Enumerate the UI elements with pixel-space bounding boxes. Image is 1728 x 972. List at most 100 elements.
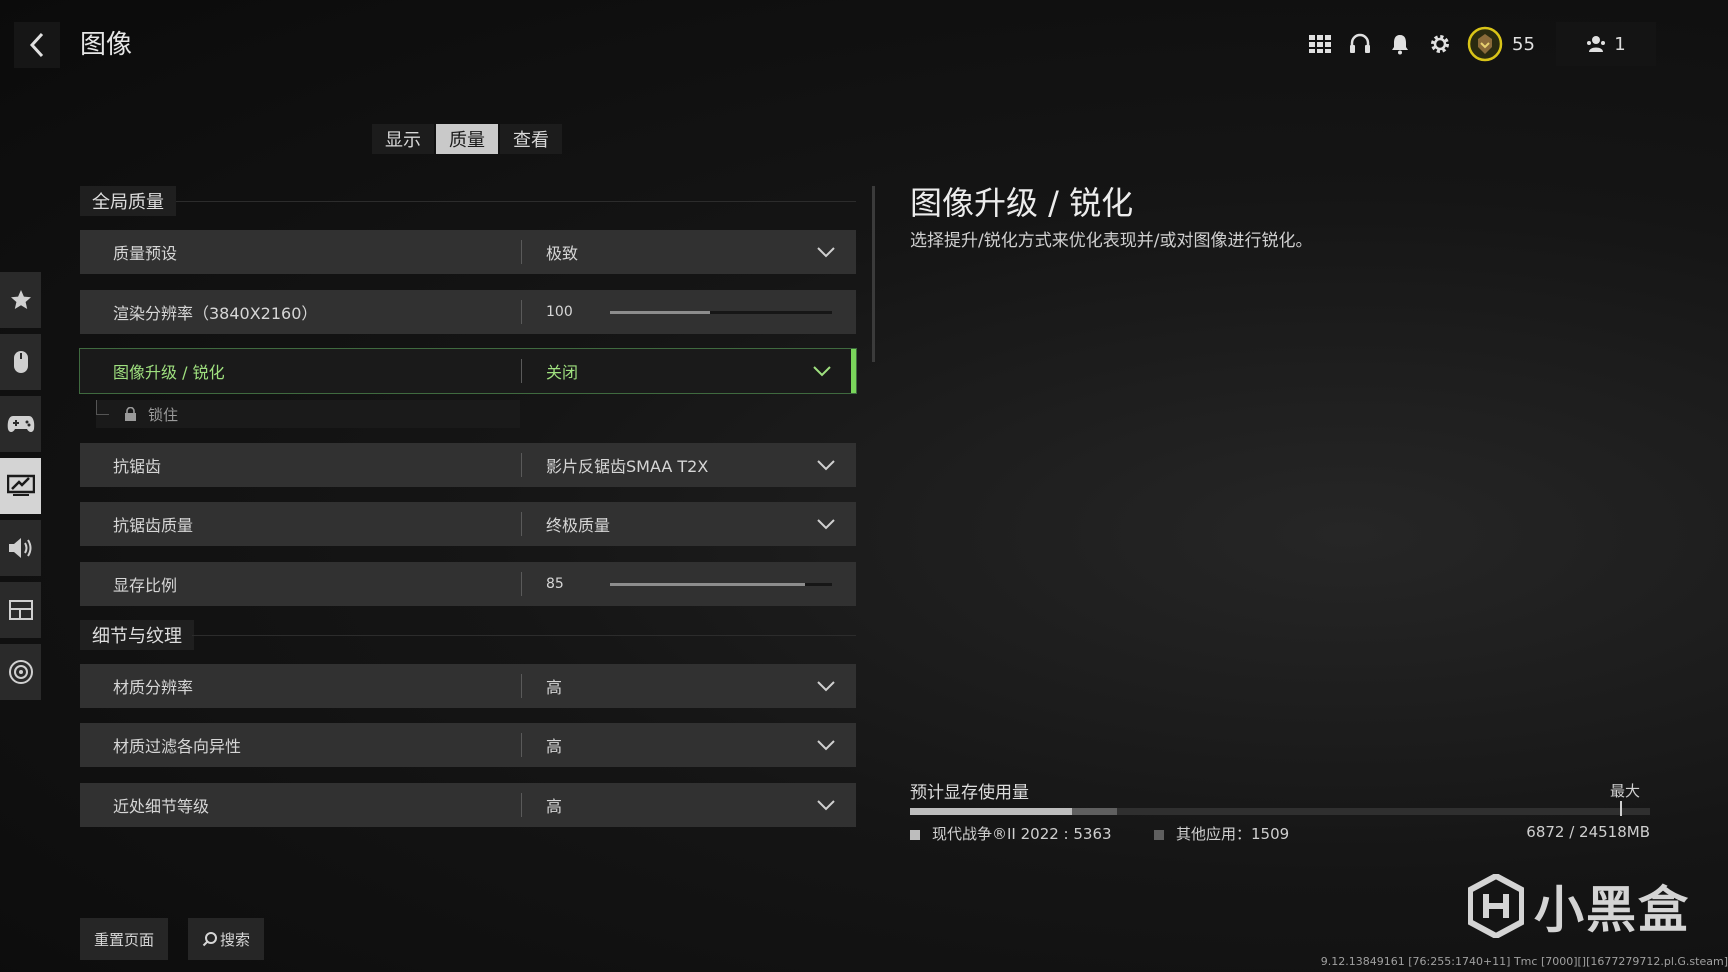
top-icons: 55 — [1300, 24, 1559, 64]
slider-value: 85 — [546, 576, 564, 592]
party-icon — [1587, 36, 1606, 52]
reset-label: 重置页面 — [94, 930, 155, 949]
chevron-down-icon — [817, 519, 835, 530]
selection-accent — [851, 349, 856, 393]
back-button[interactable] — [14, 22, 60, 68]
nav-network[interactable] — [0, 644, 41, 700]
setting-upscaling[interactable]: 图像升级 / 锐化 关闭 — [79, 348, 857, 394]
setting-label: 近处细节等级 — [113, 797, 210, 816]
vram-bar — [910, 801, 1650, 816]
setting-label: 显存比例 — [113, 576, 178, 595]
setting-vram-scale[interactable]: 显存比例 85 — [80, 562, 856, 606]
monitor-icon — [6, 474, 35, 496]
setting-texture-resolution[interactable]: 材质分辨率 高 — [80, 664, 856, 708]
legend-game: 现代战争®II 2022 : 5363 — [910, 823, 1112, 844]
nav-controller[interactable] — [0, 396, 41, 452]
party-button[interactable]: 1 — [1556, 22, 1656, 66]
slider-track[interactable] — [610, 311, 832, 314]
rank-level: 55 — [1512, 33, 1535, 55]
detail-description: 选择提升/锐化方式来优化表现并/或对图像进行锐化。 — [910, 231, 1313, 251]
setting-label: 质量预设 — [113, 244, 178, 263]
legend-other-label: 其他应用：1509 — [1176, 825, 1290, 843]
xiaoheihe-logo-icon — [1468, 874, 1524, 938]
setting-label: 渲染分辨率（3840X2160） — [113, 304, 318, 323]
reset-page-button[interactable]: 重置页面 — [80, 918, 169, 960]
divider — [521, 512, 522, 536]
setting-label: 材质过滤各向异性 — [113, 737, 242, 756]
setting-quality-preset[interactable]: 质量预设 极致 — [80, 230, 856, 274]
locked-label: 锁住 — [148, 405, 179, 424]
gear-icon[interactable] — [1420, 24, 1460, 64]
divider — [521, 453, 522, 477]
headset-icon[interactable] — [1340, 24, 1380, 64]
setting-label: 图像升级 / 锐化 — [113, 363, 225, 382]
grid-menu-icon[interactable] — [1300, 24, 1340, 64]
search-icon — [202, 932, 217, 947]
setting-near-detail[interactable]: 近处细节等级 高 — [80, 783, 856, 827]
tab-display[interactable]: 显示 — [372, 124, 434, 154]
vram-max-label: 最大 — [1609, 782, 1640, 800]
section-title: 全局质量 — [80, 186, 176, 216]
search-label: 搜索 — [220, 930, 251, 949]
gamepad-icon — [7, 416, 34, 432]
rank-badge-icon[interactable] — [1466, 25, 1504, 63]
section-detail-texture: 细节与纹理 — [80, 620, 856, 650]
slider-value: 100 — [546, 304, 573, 320]
divider — [521, 674, 522, 698]
setting-value: 影片反锯齿SMAA T2X — [546, 457, 709, 476]
divider — [521, 572, 522, 596]
setting-texture-filter[interactable]: 材质过滤各向异性 高 — [80, 723, 856, 767]
setting-value: 极致 — [546, 244, 579, 263]
setting-anti-aliasing[interactable]: 抗锯齿 影片反锯齿SMAA T2X — [80, 443, 856, 487]
nav-mouse[interactable] — [0, 334, 41, 390]
setting-label: 抗锯齿质量 — [113, 516, 194, 535]
vram-legend: 现代战争®II 2022 : 5363 其他应用：1509 6872 / 245… — [910, 823, 1650, 845]
setting-render-resolution[interactable]: 渲染分辨率（3840X2160） 100 — [80, 290, 856, 334]
category-sidebar — [0, 272, 41, 706]
legend-game-swatch — [910, 829, 920, 840]
setting-value: 终极质量 — [546, 516, 611, 535]
slider-track[interactable] — [610, 583, 832, 586]
section-divider — [192, 635, 856, 636]
vram-other-segment — [1071, 808, 1118, 815]
search-button[interactable]: 搜索 — [188, 918, 265, 960]
setting-value: 关闭 — [546, 363, 579, 382]
tree-connector — [96, 400, 109, 415]
watermark-text: 小黑盒 — [1534, 881, 1690, 939]
chevron-left-icon — [29, 32, 44, 58]
settings-scrollbar[interactable] — [872, 186, 875, 362]
star-icon — [10, 290, 31, 309]
chevron-down-icon — [817, 247, 835, 258]
setting-aa-quality[interactable]: 抗锯齿质量 终极质量 — [80, 502, 856, 546]
watermark: 小黑盒 — [1468, 870, 1690, 942]
legend-other: 其他应用：1509 — [1154, 823, 1289, 844]
mouse-icon — [13, 351, 28, 373]
tab-view[interactable]: 查看 — [500, 124, 562, 154]
network-icon — [8, 660, 33, 684]
chevron-down-icon — [813, 366, 831, 377]
section-divider — [176, 201, 856, 202]
vram-max-marker — [1620, 801, 1622, 816]
slider-fill — [610, 311, 710, 314]
top-bar: 图像 55 1 — [0, 0, 1728, 86]
nav-interface[interactable] — [0, 582, 41, 638]
tab-quality[interactable]: 质量 — [436, 124, 498, 154]
setting-label: 材质分辨率 — [113, 678, 194, 697]
nav-graphics[interactable] — [0, 458, 41, 514]
layout-icon — [8, 600, 33, 620]
legend-other-swatch — [1154, 829, 1164, 840]
chevron-down-icon — [817, 681, 835, 692]
page-title: 图像 — [80, 30, 133, 60]
nav-audio[interactable] — [0, 520, 41, 576]
chevron-down-icon — [817, 740, 835, 751]
divider — [521, 240, 522, 264]
divider — [521, 733, 522, 757]
divider — [521, 359, 522, 383]
section-global-quality: 全局质量 — [80, 186, 856, 216]
section-title: 细节与纹理 — [80, 620, 194, 650]
lock-icon — [125, 407, 136, 421]
nav-favorites[interactable] — [0, 272, 41, 328]
bell-icon[interactable] — [1380, 24, 1420, 64]
slider-fill — [610, 583, 806, 586]
divider — [521, 300, 522, 324]
